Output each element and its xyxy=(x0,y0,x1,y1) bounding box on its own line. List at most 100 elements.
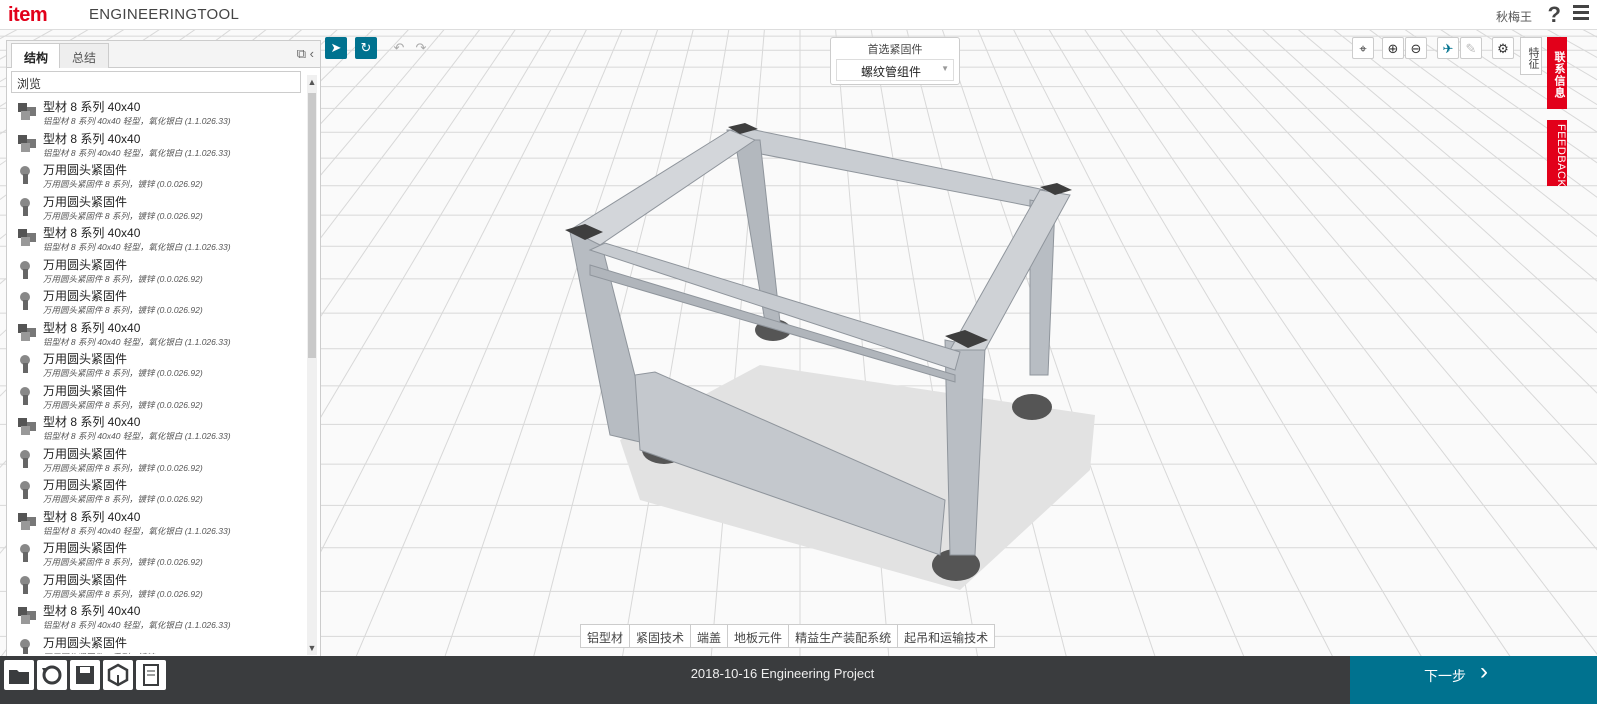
item-description: 万用圆头紧固件 8 系列，镀锌 (0.0.026.92) xyxy=(43,462,203,473)
contact-info-tab[interactable]: 联系信息 xyxy=(1547,37,1567,109)
list-item[interactable]: 万用圆头紧固件万用圆头紧固件 8 系列，镀锌 (0.0.026.92) xyxy=(11,159,301,191)
item-description: 铝型材 8 系列 40x40 轻型，氧化银白 (1.1.026.33) xyxy=(43,431,231,441)
collapse-panel-icon[interactable]: ‹ xyxy=(310,46,314,61)
category-button[interactable]: 精益生产装配系统 xyxy=(789,625,899,647)
item-name: 万用圆头紧固件 xyxy=(43,572,128,587)
chevron-down-icon: ▼ xyxy=(941,64,949,73)
project-name: 2018-10-16 Engineering Project xyxy=(690,666,875,681)
tab-structure[interactable]: 结构 xyxy=(11,43,62,68)
item-name: 型材 8 系列 40x40 xyxy=(43,604,141,618)
rotate-tool-button[interactable]: ↻ xyxy=(355,37,377,59)
profile-icon xyxy=(15,603,39,627)
select-tool-button[interactable]: ➤ xyxy=(325,37,347,59)
hamburger-menu-icon[interactable] xyxy=(1573,5,1589,21)
item-name: 型材 8 系列 40x40 xyxy=(43,320,141,335)
preferred-fastener-value: 螺纹管组件 xyxy=(861,65,922,79)
browse-field[interactable]: 浏览 xyxy=(11,71,301,93)
item-name: 万用圆头紧固件 xyxy=(43,446,128,461)
list-item[interactable]: 万用圆头紧固件万用圆头紧固件 8 系列，镀锌 (0.0.026.92) xyxy=(11,285,301,317)
list-item[interactable]: 万用圆头紧固件万用圆头紧固件 8 系列，镀锌 (0.0.026.92) xyxy=(11,632,301,655)
settings-gear-icon[interactable]: ⚙ xyxy=(1492,37,1514,59)
item-name: 型材 8 系列 40x40 xyxy=(43,415,141,429)
item-name: 万用圆头紧固件 xyxy=(43,194,128,209)
list-item[interactable]: 型材 8 系列 40x40 铝型材 8 系列 40x40 轻型，氧化银白 (1.1… xyxy=(11,222,301,254)
preferred-fastener-select[interactable]: 螺纹管组件 ▼ xyxy=(836,59,954,81)
list-item[interactable]: 万用圆头紧固件万用圆头紧固件 8 系列，镀锌 (0.0.026.92) xyxy=(11,443,301,475)
list-item[interactable]: 型材 8 系列 40x40 铝型材 8 系列 40x40 轻型，氧化银白 (1.1… xyxy=(11,128,301,160)
profile-icon xyxy=(15,414,39,438)
app-header: item ENGINEERINGTOOL 秋梅王 ? xyxy=(0,0,1597,30)
list-item[interactable]: 型材 8 系列 40x40 铝型材 8 系列 40x40 轻型，氧化银白 (1.1… xyxy=(11,96,301,128)
item-name: 型材 8 系列 40x40 xyxy=(43,100,141,114)
list-item[interactable]: 万用圆头紧固件万用圆头紧固件 8 系列，镀锌 (0.0.026.92) xyxy=(11,254,301,286)
list-item[interactable]: 型材 8 系列 40x40 铝型材 8 系列 40x40 轻型，氧化银白 (1.1… xyxy=(11,317,301,349)
scroll-down-icon[interactable]: ▼ xyxy=(307,643,317,653)
item-name: 万用圆头紧固件 xyxy=(43,383,128,398)
help-icon[interactable]: ? xyxy=(1548,2,1561,28)
properties-tab[interactable]: 特征 xyxy=(1520,37,1542,75)
open-folder-icon[interactable] xyxy=(4,660,34,690)
item-description: 万用圆头紧固件 8 系列，镀锌 (0.0.026.92) xyxy=(43,557,203,567)
fastener-icon xyxy=(15,540,39,564)
list-item[interactable]: 型材 8 系列 40x40 铝型材 8 系列 40x40 轻型，氧化银白 (1.1… xyxy=(11,600,301,632)
list-item[interactable]: 万用圆头紧固件万用圆头紧固件 8 系列，镀锌 (0.0.026.92) xyxy=(11,474,301,506)
footer-bar: 2018-10-16 Engineering Project 下一步 › xyxy=(0,656,1597,704)
item-description: 铝型材 8 系列 40x40 轻型，氧化银白 (1.1.026.33) xyxy=(43,116,231,126)
zoom-in-icon[interactable]: ⊕ xyxy=(1382,37,1404,59)
item-description: 铝型材 8 系列 40x40 轻型，氧化银白 (1.1.026.33) xyxy=(43,336,231,347)
feedback-tab[interactable]: FEEDBACK xyxy=(1547,120,1567,187)
category-button[interactable]: 端盖 xyxy=(691,625,729,647)
fastener-icon xyxy=(15,288,39,312)
next-step-label: 下一步 xyxy=(1424,668,1466,684)
item-logo[interactable]: item xyxy=(8,4,48,27)
scroll-up-icon[interactable]: ▲ xyxy=(307,77,317,87)
profile-icon xyxy=(15,131,39,155)
list-item[interactable]: 万用圆头紧固件万用圆头紧固件 8 系列，镀锌 (0.0.026.92) xyxy=(11,569,301,601)
preferred-fastener-panel: 首选紧固件 螺纹管组件 ▼ xyxy=(830,37,960,85)
item-description: 万用圆头紧固件 8 系列，镀锌 (0.0.026.92) xyxy=(43,399,203,410)
fastener-icon xyxy=(15,635,39,654)
fastener-icon xyxy=(15,162,39,186)
3d-model-icon[interactable] xyxy=(103,660,133,690)
user-name[interactable]: 秋梅王 xyxy=(1496,8,1532,25)
save-icon[interactable] xyxy=(70,660,100,690)
list-item[interactable]: 万用圆头紧固件万用圆头紧固件 8 系列，镀锌 (0.0.026.92) xyxy=(11,537,301,569)
category-button[interactable]: 地板元件 xyxy=(728,625,790,647)
item-description: 万用圆头紧固件 8 系列，镀锌 (0.0.026.92) xyxy=(43,210,203,221)
list-item[interactable]: 万用圆头紧固件万用圆头紧固件 8 系列，镀锌 (0.0.026.92) xyxy=(11,348,301,380)
profile-icon xyxy=(15,99,39,123)
category-button[interactable]: 紧固技术 xyxy=(630,625,692,647)
item-name: 万用圆头紧固件 xyxy=(43,478,128,492)
fastener-icon xyxy=(15,446,39,470)
item-description: 铝型材 8 系列 40x40 轻型，氧化银白 (1.1.026.33) xyxy=(43,620,231,630)
list-item[interactable]: 型材 8 系列 40x40 铝型材 8 系列 40x40 轻型，氧化银白 (1.1… xyxy=(11,411,301,443)
list-scrollbar[interactable]: ▲ ▼ xyxy=(307,75,317,655)
reset-icon[interactable] xyxy=(37,660,67,690)
tab-summary[interactable]: 总结 xyxy=(59,43,110,68)
redo-button[interactable]: ↷ xyxy=(410,37,432,59)
item-description: 万用圆头紧固件 8 系列，镀锌 (0.0.026.92) xyxy=(43,305,203,315)
list-item[interactable]: 万用圆头紧固件万用圆头紧固件 8 系列，镀锌 (0.0.026.92) xyxy=(11,191,301,223)
item-description: 万用圆头紧固件 8 系列，镀锌 (0.0.026.92) xyxy=(43,368,203,378)
item-name: 型材 8 系列 40x40 xyxy=(43,131,141,146)
center-view-icon[interactable]: ⌖ xyxy=(1352,37,1374,59)
next-step-button[interactable]: 下一步 › xyxy=(1350,656,1597,704)
item-name: 万用圆头紧固件 xyxy=(43,635,128,650)
undo-button[interactable]: ↶ xyxy=(388,37,410,59)
popout-icon[interactable]: ⧉ xyxy=(297,46,306,61)
send-icon[interactable]: ✈ xyxy=(1437,37,1459,59)
category-button[interactable]: 起吊和运输技术 xyxy=(898,625,994,647)
scroll-thumb[interactable] xyxy=(308,93,316,358)
fastener-icon xyxy=(15,572,39,596)
item-description: 铝型材 8 系列 40x40 轻型，氧化银白 (1.1.026.33) xyxy=(43,242,231,252)
pdf-icon[interactable] xyxy=(136,660,166,690)
panel-controls: ⧉ ‹ xyxy=(297,46,314,62)
fastener-icon xyxy=(15,194,39,218)
category-button[interactable]: 铝型材 xyxy=(581,625,631,647)
item-description: 万用圆头紧固件 8 系列，镀锌 (0.0.026.92) xyxy=(43,651,301,655)
list-item[interactable]: 型材 8 系列 40x40 铝型材 8 系列 40x40 轻型，氧化银白 (1.1… xyxy=(11,506,301,538)
list-item[interactable]: 万用圆头紧固件万用圆头紧固件 8 系列，镀锌 (0.0.026.92) xyxy=(11,380,301,412)
zoom-out-icon[interactable]: ⊖ xyxy=(1405,37,1427,59)
eraser-icon[interactable]: ✎ xyxy=(1460,37,1482,59)
item-name: 万用圆头紧固件 xyxy=(43,289,128,303)
